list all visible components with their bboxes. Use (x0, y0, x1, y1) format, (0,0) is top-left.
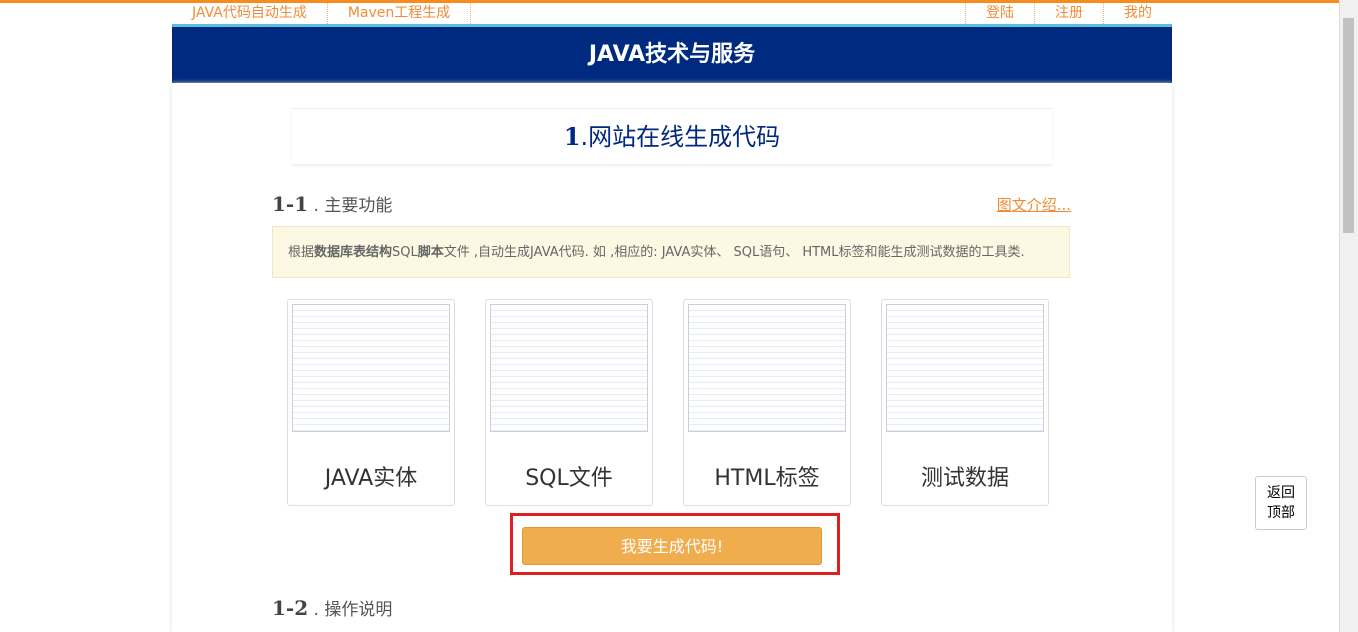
code-screenshot (886, 304, 1044, 432)
card-html-tags[interactable]: HTML标签 (683, 299, 851, 506)
feature-notice: 根据数据库表结构SQL脚本文件 ,自动生成JAVA代码. 如 ,相应的: JAV… (272, 226, 1070, 278)
top-nav: JAVA代码自动生成 Maven工程生成 登陆 注册 我的 (172, 3, 1172, 24)
title-number: 1 (563, 122, 581, 151)
card-test-data[interactable]: 测试数据 (881, 299, 1049, 506)
section-label: . 操作说明 (313, 600, 393, 620)
page-title: 1.网站在线生成代码 (292, 108, 1052, 164)
notice-text: 文件 ,自动生成JAVA代码. 如 ,相应的: JAVA实体、 SQL语句、 H… (443, 245, 1025, 260)
site-header: JAVA技术与服务 (172, 27, 1172, 83)
section-heading-1-1: 1-1 . 主要功能 (272, 191, 392, 216)
scrollbar-thumb[interactable] (1343, 18, 1354, 233)
back-to-top-button[interactable]: 返回 顶部 (1255, 476, 1307, 530)
section-number: 1-2 (272, 596, 309, 620)
main-content: 1.网站在线生成代码 1-1 . 主要功能 图文介绍... 根据数据库表结构SQ… (172, 83, 1172, 632)
notice-bold: 数据库表结构 (314, 245, 393, 260)
card-label: SQL文件 (525, 466, 613, 491)
card-label: JAVA实体 (324, 466, 418, 491)
back-to-top-line: 顶部 (1267, 505, 1295, 521)
card-java-entity[interactable]: JAVA实体 (287, 299, 455, 506)
scrollbar[interactable] (1339, 0, 1358, 632)
intro-link[interactable]: 图文介绍... (997, 194, 1071, 215)
section-number: 1-1 (272, 192, 309, 216)
nav-login[interactable]: 登陆 (965, 3, 1034, 24)
nav-mine[interactable]: 我的 (1103, 3, 1172, 24)
generate-code-button[interactable]: 我要生成代码! (522, 527, 822, 565)
nav-java-codegen[interactable]: JAVA代码自动生成 (172, 3, 328, 24)
notice-text: 根据 (288, 245, 315, 260)
code-screenshot (292, 304, 450, 432)
card-sql-file[interactable]: SQL文件 (485, 299, 653, 506)
title-text: .网站在线生成代码 (580, 123, 781, 151)
card-label: HTML标签 (714, 466, 820, 491)
nav-maven-project[interactable]: Maven工程生成 (328, 3, 472, 24)
notice-bold: 脚本 (417, 245, 444, 260)
back-to-top-line: 返回 (1267, 485, 1295, 501)
code-screenshot (688, 304, 846, 432)
section-heading-1-2: 1-2 . 操作说明 (272, 595, 392, 620)
card-label: 测试数据 (920, 466, 1009, 491)
section-label: . 主要功能 (313, 196, 393, 216)
nav-register[interactable]: 注册 (1034, 3, 1103, 24)
feature-cards: JAVA实体 SQL文件 HTML标签 测试数据 (287, 299, 1049, 506)
code-screenshot (490, 304, 648, 432)
notice-text: SQL (392, 245, 418, 260)
